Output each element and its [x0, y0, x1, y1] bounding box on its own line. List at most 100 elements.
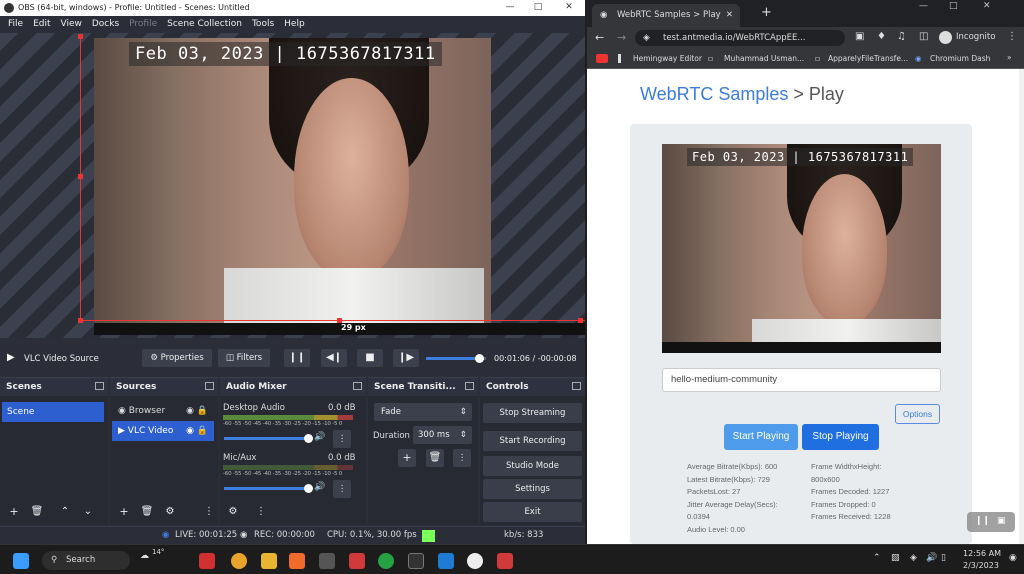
remove-transition-icon[interactable]: 🗑 [426, 449, 444, 467]
whatsapp-icon[interactable] [378, 553, 394, 569]
resize-handle[interactable] [578, 318, 583, 323]
add-scene-icon[interactable]: + [5, 504, 23, 520]
transition-select[interactable]: Fade ⇕ [374, 403, 472, 421]
page-title-brand[interactable]: WebRTC Samples [640, 84, 788, 104]
bookmark-hemingway[interactable]: Hemingway Editor [633, 54, 702, 63]
menu-tools[interactable]: Tools [247, 16, 279, 33]
extensions-icon[interactable]: ♦ [877, 31, 886, 42]
stop-playing-button[interactable]: Stop Playing [802, 424, 879, 450]
notification-bell-icon[interactable]: ◉ [1009, 553, 1017, 563]
wifi-icon[interactable]: ◈ [910, 553, 917, 563]
source-item-browser[interactable]: ◉ Browser ◉ 🔒 [112, 401, 214, 421]
taskbar-search[interactable]: ⚲ Search [42, 551, 130, 570]
speaker-icon[interactable]: 🔊 [314, 432, 325, 442]
pip-icon[interactable]: ▣ [997, 516, 1006, 526]
previous-button[interactable]: ◀❙ [321, 349, 347, 367]
wps-icon[interactable] [199, 553, 215, 569]
source-item-vlc[interactable]: ▶ VLC Video ◉ 🔒 [112, 421, 214, 441]
duration-spinbox[interactable]: 300 ms ⇕ [413, 426, 472, 444]
undock-icon[interactable] [572, 382, 581, 390]
exit-button[interactable]: Exit [483, 502, 582, 522]
app-s-icon[interactable] [497, 553, 513, 569]
stream-id-input[interactable]: hello-medium-community [662, 368, 941, 392]
camera-icon[interactable]: ▣ [855, 31, 864, 42]
studio-mode-button[interactable]: Studio Mode [483, 456, 582, 476]
new-tab-icon[interactable]: + [761, 5, 772, 20]
undock-icon[interactable] [353, 382, 362, 390]
notepad-icon[interactable] [319, 553, 335, 569]
move-up-icon[interactable]: ⌃ [56, 504, 74, 520]
page-scrollbar[interactable] [1019, 69, 1024, 544]
volume-slider[interactable] [224, 484, 313, 493]
maximize-icon[interactable]: □ [949, 1, 958, 11]
stop-button[interactable]: ■ [357, 349, 383, 367]
undock-icon[interactable] [95, 382, 104, 390]
menu-scene-collection[interactable]: Scene Collection [162, 16, 247, 33]
close-icon[interactable]: ✕ [983, 1, 991, 11]
move-down-icon[interactable]: ⌄ [79, 504, 97, 520]
menu-docks[interactable]: Docks [87, 16, 124, 33]
tray-app-icon[interactable]: ▧ [891, 553, 900, 563]
visibility-eye-icon[interactable]: ◉ [186, 401, 194, 421]
channel-menu-icon[interactable]: ⋮ [333, 430, 351, 448]
menu-kebab-icon[interactable]: ⋮ [1007, 31, 1017, 42]
obs-app-icon[interactable] [467, 553, 483, 569]
clock-date[interactable]: 2/3/2023 [963, 561, 999, 570]
close-icon[interactable]: ✕ [555, 0, 583, 16]
side-panel-icon[interactable]: ◫ [919, 31, 928, 42]
remote-video[interactable]: Feb 03, 2023 | 1675367817311 [662, 144, 941, 353]
tab-webrtc-play[interactable]: ◉ WebRTC Samples > Play ✕ [592, 4, 740, 27]
channel-menu-icon[interactable]: ⋮ [333, 480, 351, 498]
visibility-eye-icon[interactable]: ◉ [186, 421, 194, 441]
weather-icon[interactable]: ☁ [140, 551, 149, 561]
incognito-icon[interactable] [939, 31, 952, 44]
battery-icon[interactable]: ▯ [941, 553, 946, 563]
tray-chevron-icon[interactable]: ⌃ [873, 553, 881, 563]
undock-icon[interactable] [465, 382, 474, 390]
pause-icon[interactable]: ❙❙ [975, 516, 990, 526]
transition-menu-icon[interactable]: ⋮ [453, 449, 471, 467]
options-button[interactable]: Options [895, 404, 940, 424]
bookmark-muhammad[interactable]: Muhammad Usman... [724, 54, 804, 63]
vscode-icon[interactable] [438, 553, 454, 569]
more-icon[interactable]: ⋮ [252, 504, 270, 520]
minimize-icon[interactable]: — [496, 0, 524, 16]
add-source-icon[interactable]: + [115, 504, 133, 520]
pause-button[interactable]: ❙❙ [284, 349, 310, 367]
remove-scene-icon[interactable]: 🗑 [28, 504, 46, 520]
volume-icon[interactable]: 🔊 [926, 553, 937, 563]
remove-source-icon[interactable]: 🗑 [138, 504, 156, 520]
file-explorer-icon[interactable] [261, 553, 277, 569]
youtube-icon[interactable] [596, 54, 608, 63]
add-transition-icon[interactable]: + [398, 449, 416, 467]
windows-start-icon[interactable] [13, 553, 29, 569]
resize-handle[interactable] [78, 174, 83, 179]
bookmark-chromium-dash[interactable]: Chromium Dash [930, 54, 990, 63]
menu-file[interactable]: File [3, 16, 28, 33]
media-overlay-controls[interactable]: ❙❙ ▣ [967, 512, 1015, 532]
menu-edit[interactable]: Edit [28, 16, 55, 33]
lock-icon[interactable]: 🔒 [197, 421, 208, 441]
forward-icon[interactable]: → [617, 31, 626, 44]
start-recording-button[interactable]: Start Recording [483, 431, 582, 451]
media-app-icon[interactable] [349, 553, 365, 569]
undock-icon[interactable] [205, 382, 214, 390]
stop-streaming-button[interactable]: Stop Streaming [483, 403, 582, 423]
clock-time[interactable]: 12:56 AM [963, 549, 1001, 558]
filters-button[interactable]: ◫ Filters [218, 349, 270, 367]
speaker-icon[interactable]: 🔊 [314, 482, 325, 492]
preview-video[interactable]: Feb 03, 2023 | 1675367817311 [94, 38, 491, 323]
source-properties-icon[interactable]: ⚙ [161, 504, 179, 520]
brave-icon[interactable] [289, 553, 305, 569]
resize-handle[interactable] [78, 318, 83, 323]
menu-view[interactable]: View [56, 16, 87, 33]
more-bookmarks-icon[interactable]: » [1007, 53, 1012, 62]
more-icon[interactable]: ⋮ [200, 504, 218, 520]
scene-item[interactable]: Scene [2, 402, 104, 422]
resize-handle[interactable] [78, 34, 83, 39]
chrome-app-icon[interactable] [231, 553, 247, 569]
start-playing-button[interactable]: Start Playing [724, 424, 798, 450]
minimize-icon[interactable]: — [919, 1, 928, 11]
incognito-label[interactable]: Incognito [956, 32, 995, 42]
audio-settings-icon[interactable]: ⚙ [224, 504, 242, 520]
